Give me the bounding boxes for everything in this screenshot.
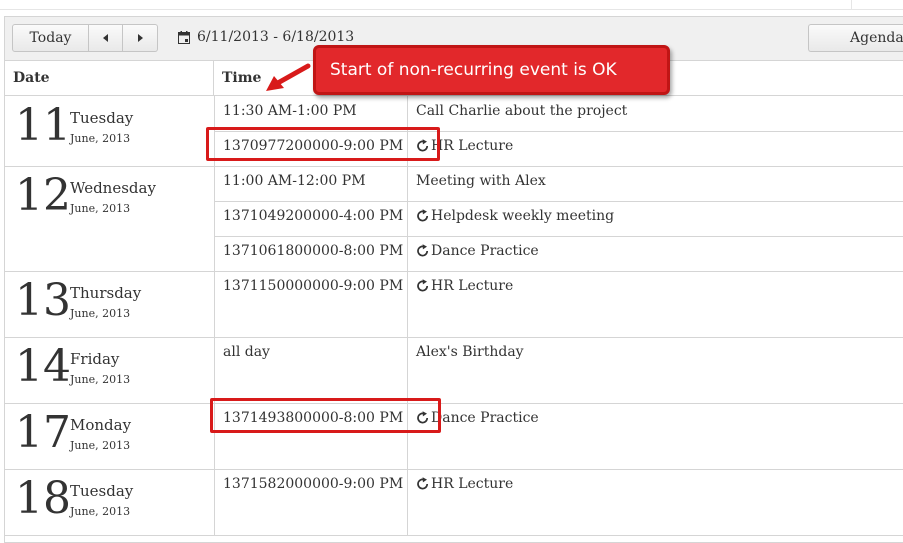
highlight-box — [210, 398, 441, 433]
event-title: HR Lecture — [431, 138, 514, 154]
next-button[interactable] — [123, 24, 158, 52]
day-name: Wednesday — [70, 179, 156, 197]
event-time[interactable]: 11:00 AM-12:00 PM — [223, 173, 366, 189]
event-item[interactable]: Alex's Birthday — [416, 344, 524, 360]
recurrence-icon — [416, 209, 430, 223]
event-title: HR Lecture — [431, 476, 514, 492]
day-name: Tuesday — [70, 482, 134, 500]
day-month: June, 2013 — [70, 132, 131, 145]
event-item[interactable]: Helpdesk weekly meeting — [416, 208, 614, 224]
day-month: June, 2013 — [70, 505, 131, 518]
scheduler: Today 6/11/2013 - 6/18/2013 Agenda Date … — [4, 16, 903, 543]
event-item[interactable]: Call Charlie about the project — [416, 103, 627, 119]
day-month: June, 2013 — [70, 373, 131, 386]
agenda-view-button[interactable]: Agenda — [808, 24, 903, 52]
day-name: Tuesday — [70, 109, 134, 127]
event-title: Dance Practice — [431, 243, 539, 259]
day-number: 11 — [15, 100, 71, 151]
event-item[interactable]: Meeting with Alex — [416, 173, 546, 189]
date-column-header: Date — [5, 61, 214, 95]
day-number: 13 — [15, 275, 71, 326]
event-time[interactable]: 11:30 AM-1:00 PM — [223, 103, 357, 119]
day-number: 14 — [15, 341, 71, 392]
event-item[interactable]: HR Lecture — [416, 476, 513, 492]
next-arrow-icon — [137, 34, 143, 42]
day-number: 17 — [15, 407, 71, 458]
day-number: 12 — [15, 170, 71, 221]
today-button[interactable]: Today — [12, 24, 89, 52]
top-strip — [0, 0, 903, 10]
event-title: Call Charlie about the project — [416, 103, 628, 119]
event-time[interactable]: all day — [223, 344, 270, 360]
event-time[interactable]: 1371061800000-8:00 PM — [223, 243, 403, 259]
event-time[interactable]: 1371150000000-9:00 PM — [223, 278, 403, 294]
day-cell: 13 Thursday June, 2013 — [5, 271, 214, 337]
date-range-label: 6/11/2013 - 6/18/2013 — [197, 29, 355, 45]
event-time[interactable]: 1371582000000-9:00 PM — [223, 476, 403, 492]
day-name: Monday — [70, 416, 132, 434]
day-cell: 12 Wednesday June, 2013 — [5, 166, 214, 271]
day-cell: 14 Friday June, 2013 — [5, 337, 214, 403]
event-title: Helpdesk weekly meeting — [431, 208, 615, 224]
day-month: June, 2013 — [70, 439, 131, 452]
day-cell: 17 Monday June, 2013 — [5, 403, 214, 469]
annotation-text: Start of non-recurring event is OK — [330, 60, 617, 80]
event-title: HR Lecture — [431, 278, 514, 294]
date-range-picker[interactable]: 6/11/2013 - 6/18/2013 — [178, 29, 354, 45]
event-divider — [214, 236, 903, 237]
day-name: Thursday — [70, 284, 142, 302]
column-divider — [214, 96, 215, 536]
day-cell: 11 Tuesday June, 2013 — [5, 96, 214, 166]
event-title: Alex's Birthday — [416, 344, 524, 360]
event-divider — [214, 201, 903, 202]
column-divider — [407, 96, 408, 536]
event-time[interactable]: 1371049200000-4:00 PM — [223, 208, 403, 224]
day-cell: 18 Tuesday June, 2013 — [5, 469, 214, 535]
event-title: Meeting with Alex — [416, 173, 546, 189]
event-item[interactable]: HR Lecture — [416, 278, 513, 294]
row-divider — [5, 535, 903, 536]
event-title: Dance Practice — [431, 410, 539, 426]
prev-arrow-icon — [103, 34, 108, 42]
highlight-box — [206, 127, 440, 161]
recurrence-icon — [416, 279, 430, 293]
previous-button[interactable] — [89, 24, 123, 52]
recurrence-icon — [416, 244, 430, 258]
day-number: 18 — [15, 473, 71, 524]
calendar-icon — [178, 31, 190, 44]
event-item[interactable]: Dance Practice — [416, 243, 539, 259]
recurrence-icon — [416, 477, 430, 491]
day-month: June, 2013 — [70, 307, 131, 320]
day-name: Friday — [70, 350, 120, 368]
top-strip-divider — [851, 0, 852, 9]
callout-arrow — [266, 63, 311, 91]
annotation-callout: Start of non-recurring event is OK — [313, 45, 670, 95]
day-month: June, 2013 — [70, 202, 131, 215]
